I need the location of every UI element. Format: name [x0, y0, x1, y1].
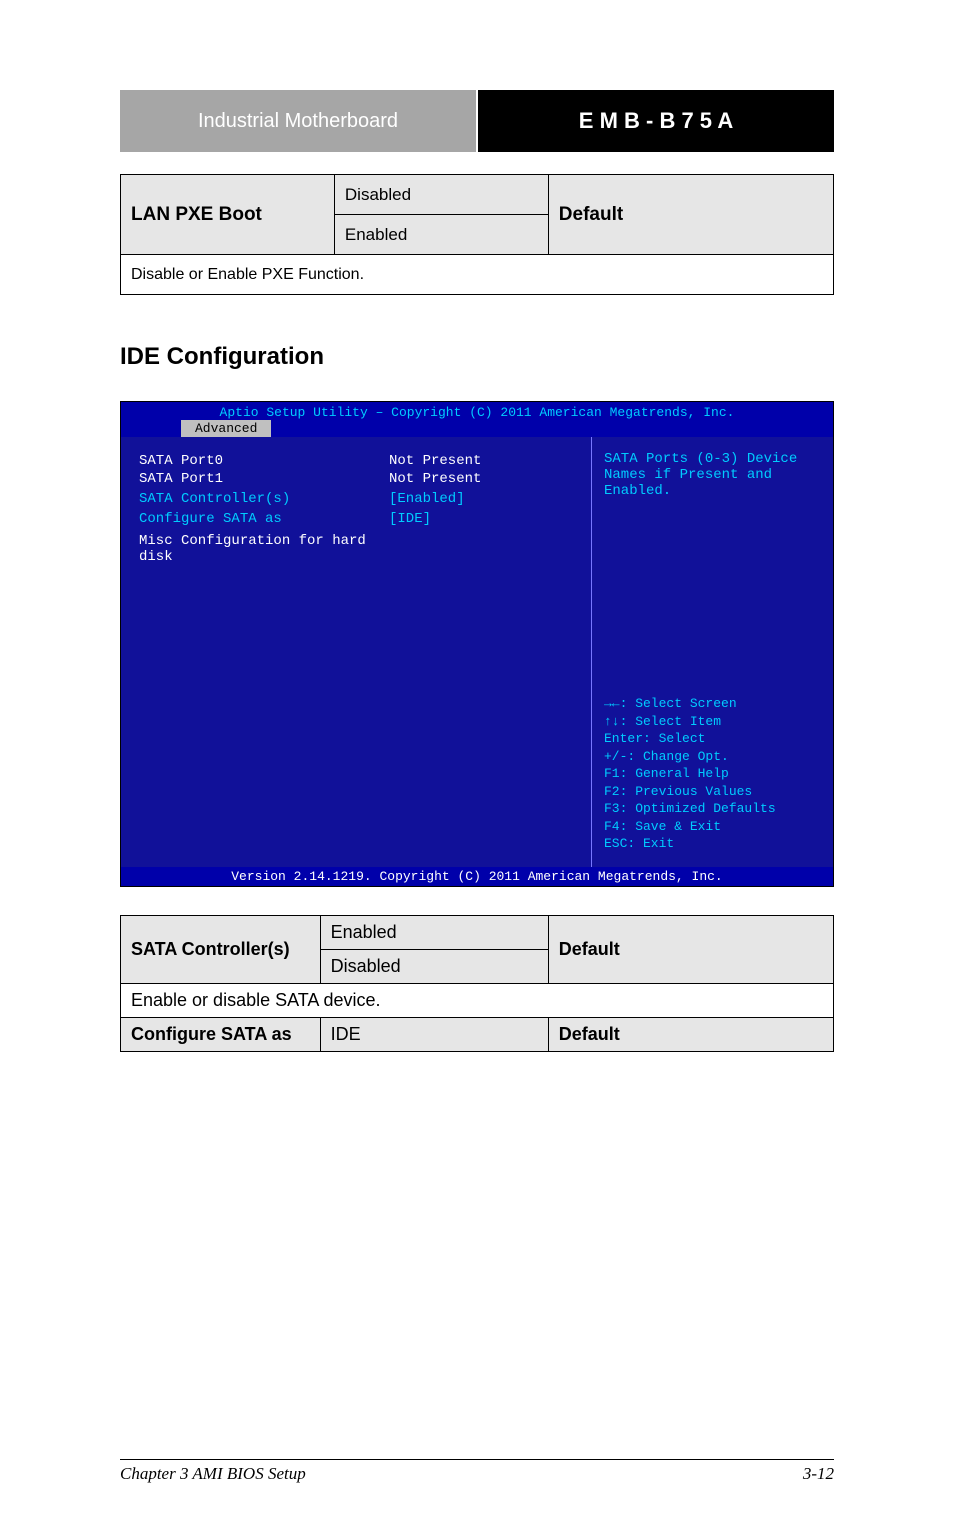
bios-left-pane: SATA Port0Not PresentSATA Port1Not Prese…	[121, 437, 591, 867]
bios-help-line: ESC: Exit	[604, 835, 821, 853]
bios-right-pane: SATA Ports (0-3) Device Names if Present…	[591, 437, 833, 867]
bios-row: SATA Port1Not Present	[139, 471, 573, 487]
table-lan-pxe: LAN PXE Boot Disabled Default Enabled Di…	[120, 174, 834, 295]
tbl2-r1-desc: Enable or disable SATA device.	[121, 984, 834, 1018]
bios-help-line: F4: Save & Exit	[604, 818, 821, 836]
header-right: E M B - B 7 5 A	[478, 90, 834, 152]
bios-row-label: SATA Port0	[139, 453, 389, 469]
bios-row-label: Misc Configuration for hard disk	[139, 533, 389, 565]
bios-row-value: Not Present	[389, 453, 481, 469]
footer-right: 3-12	[803, 1464, 834, 1484]
bios-help-line: F3: Optimized Defaults	[604, 800, 821, 818]
tbl1-default: Default	[548, 175, 833, 255]
bios-help-top: SATA Ports (0-3) Device Names if Present…	[604, 451, 821, 499]
bios-tab-advanced[interactable]: Advanced	[181, 420, 271, 437]
bios-tabrow: Advanced	[121, 420, 833, 437]
bios-row: SATA Port0Not Present	[139, 453, 573, 469]
section-title: IDE Configuration	[120, 343, 834, 371]
bios-help-line: F1: General Help	[604, 765, 821, 783]
header-bar: Industrial Motherboard E M B - B 7 5 A	[120, 90, 834, 152]
table-options-summary: SATA Controller(s) Enabled Default Disab…	[120, 915, 834, 1052]
tbl2-r1-label: SATA Controller(s)	[121, 916, 321, 984]
bios-screenshot: Aptio Setup Utility – Copyright (C) 2011…	[120, 401, 834, 887]
bios-row-value: Not Present	[389, 471, 481, 487]
footer-left: Chapter 3 AMI BIOS Setup	[120, 1464, 306, 1484]
bios-row-label: SATA Controller(s)	[139, 491, 389, 507]
bios-row-value: [IDE]	[389, 511, 431, 527]
tbl1-label: LAN PXE Boot	[121, 175, 335, 255]
tbl2-r1-opt2: Disabled	[320, 950, 548, 984]
bios-title: Aptio Setup Utility – Copyright (C) 2011…	[121, 402, 833, 420]
tbl1-desc: Disable or Enable PXE Function.	[121, 255, 834, 295]
page-footer: Chapter 3 AMI BIOS Setup 3-12	[120, 1459, 834, 1484]
tbl1-opt1: Disabled	[334, 175, 548, 215]
bios-help-line: F2: Previous Values	[604, 783, 821, 801]
bios-row: Misc Configuration for hard disk	[139, 533, 573, 565]
header-left: Industrial Motherboard	[120, 90, 478, 152]
bios-footer: Version 2.14.1219. Copyright (C) 2011 Am…	[121, 867, 833, 886]
bios-help-line: ↑↓: Select Item	[604, 713, 821, 731]
bios-row[interactable]: SATA Controller(s)[Enabled]	[139, 491, 573, 507]
bios-help-line: +/-: Change Opt.	[604, 748, 821, 766]
bios-row-label: SATA Port1	[139, 471, 389, 487]
bios-help-keys: →←: Select Screen↑↓: Select ItemEnter: S…	[604, 595, 821, 853]
tbl2-r2-label: Configure SATA as	[121, 1018, 321, 1052]
bios-row[interactable]: Configure SATA as[IDE]	[139, 511, 573, 527]
bios-row-label: Configure SATA as	[139, 511, 389, 527]
bios-help-line: Enter: Select	[604, 730, 821, 748]
tbl2-r2-opt1: IDE	[320, 1018, 548, 1052]
tbl2-r1-default: Default	[548, 916, 833, 984]
tbl2-r2-default: Default	[548, 1018, 833, 1052]
bios-help-line: →←: Select Screen	[604, 695, 821, 713]
bios-row-value: [Enabled]	[389, 491, 465, 507]
tbl2-r1-opt1: Enabled	[320, 916, 548, 950]
tbl1-opt2: Enabled	[334, 215, 548, 255]
